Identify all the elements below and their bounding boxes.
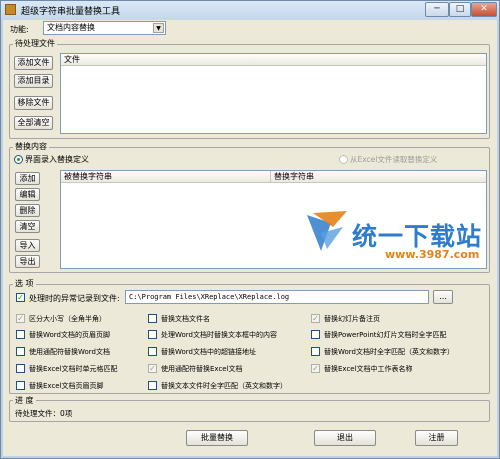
option-checkbox-label: 使用通配符替换Excel文档: [161, 365, 243, 373]
option-checkbox-label: 替换Excel文档页眉页脚: [29, 382, 104, 390]
add-file-button[interactable]: 添加文件: [14, 56, 53, 70]
option-checkbox-label: 替换Excel文档中工作表名称: [324, 365, 413, 373]
function-select[interactable]: 文档内容替换 ▼: [43, 21, 166, 35]
log-label: 处理时的异常记录到文件:: [29, 294, 120, 303]
option-checkbox-label: 替换Word文档时全字匹配（英文和数字）: [324, 348, 454, 356]
window-title: 超级字符串批量替换工具: [21, 7, 121, 17]
options-group-title: 选 项: [13, 278, 36, 289]
clear-all-button[interactable]: 全部清空: [14, 116, 53, 130]
progress-group-title: 进 度: [13, 395, 36, 406]
replace-column-header[interactable]: 替换字符串: [271, 171, 486, 183]
option-checkbox[interactable]: [148, 330, 157, 339]
batch-replace-button[interactable]: 批量替换: [186, 430, 248, 446]
option-checkbox[interactable]: [148, 381, 157, 390]
watermark-logo-icon: [307, 211, 347, 251]
file-column-header[interactable]: 文件: [61, 54, 486, 66]
option-checkbox[interactable]: [16, 347, 25, 356]
minimize-button[interactable]: ─: [425, 2, 449, 17]
radio-ui-input[interactable]: [14, 155, 23, 164]
option-checkbox[interactable]: [148, 314, 157, 323]
option-checkbox-label: 替换PowerPoint幻灯片文档时全字匹配: [324, 331, 447, 339]
log-checkbox[interactable]: ✓: [16, 293, 25, 302]
option-checkbox[interactable]: ✓: [16, 314, 25, 323]
option-checkbox-label: 替换文本文件时全字匹配（英文和数字）: [161, 382, 287, 390]
option-checkbox[interactable]: [148, 347, 157, 356]
add-directory-button[interactable]: 添加目录: [14, 74, 53, 88]
option-checkbox-label: 区分大小写（全角半角）: [29, 315, 106, 323]
option-checkbox-label: 替换幻灯片备注页: [324, 315, 380, 323]
function-select-value: 文档内容替换: [47, 23, 95, 32]
radio-ui-input-label: 界面录入替换定义: [25, 155, 89, 164]
file-list[interactable]: 文件: [60, 53, 487, 134]
remove-file-button[interactable]: 移除文件: [14, 96, 53, 110]
radio-excel-input[interactable]: [339, 155, 348, 164]
option-checkbox[interactable]: ✓: [311, 364, 320, 373]
delete-button[interactable]: 删除: [15, 204, 40, 217]
function-label: 功能:: [10, 25, 29, 34]
replace-group-title: 替换内容: [13, 141, 49, 152]
edit-button[interactable]: 编辑: [15, 188, 40, 201]
browse-button[interactable]: ...: [433, 290, 453, 304]
add-button[interactable]: 添加: [15, 172, 40, 185]
chevron-down-icon[interactable]: ▼: [153, 23, 164, 33]
find-column-header[interactable]: 被替换字符串: [61, 171, 271, 183]
option-checkbox-label: 替换Word文档中的超链接地址: [161, 348, 256, 356]
pending-files-title: 待处理文件: [13, 38, 57, 49]
progress-group: [9, 400, 490, 422]
option-checkbox-label: 使用通配符替换Word文档: [29, 348, 110, 356]
app-icon: [5, 4, 16, 15]
exit-button[interactable]: 退出: [314, 430, 376, 446]
export-button[interactable]: 导出: [15, 255, 40, 268]
option-checkbox[interactable]: [311, 330, 320, 339]
progress-status: 待处理文件：0项: [15, 409, 73, 418]
watermark-url: www.3987.com: [385, 248, 480, 261]
import-button[interactable]: 导入: [15, 239, 40, 252]
option-checkbox-label: 处理Word文档时替换文本框中的内容: [161, 331, 277, 339]
maximize-button[interactable]: □: [449, 2, 471, 17]
option-checkbox-label: 替换文档文件名: [161, 315, 210, 323]
option-checkbox-label: 替换Excel文档时单元格匹配: [29, 365, 118, 373]
close-button[interactable]: ✕: [471, 2, 497, 17]
option-checkbox[interactable]: [16, 381, 25, 390]
option-checkbox[interactable]: [16, 364, 25, 373]
option-checkbox[interactable]: ✓: [148, 364, 157, 373]
option-checkbox[interactable]: [311, 347, 320, 356]
clear-button[interactable]: 清空: [15, 220, 40, 233]
radio-excel-input-label: 从Excel文件读取替换定义: [350, 155, 438, 164]
log-path-input[interactable]: C:\Program Files\XReplace\XReplace.log: [125, 290, 429, 304]
option-checkbox[interactable]: ✓: [311, 314, 320, 323]
option-checkbox-label: 替换Word文档的页眉页脚: [29, 331, 110, 339]
register-button[interactable]: 注册: [415, 430, 458, 446]
option-checkbox[interactable]: [16, 330, 25, 339]
